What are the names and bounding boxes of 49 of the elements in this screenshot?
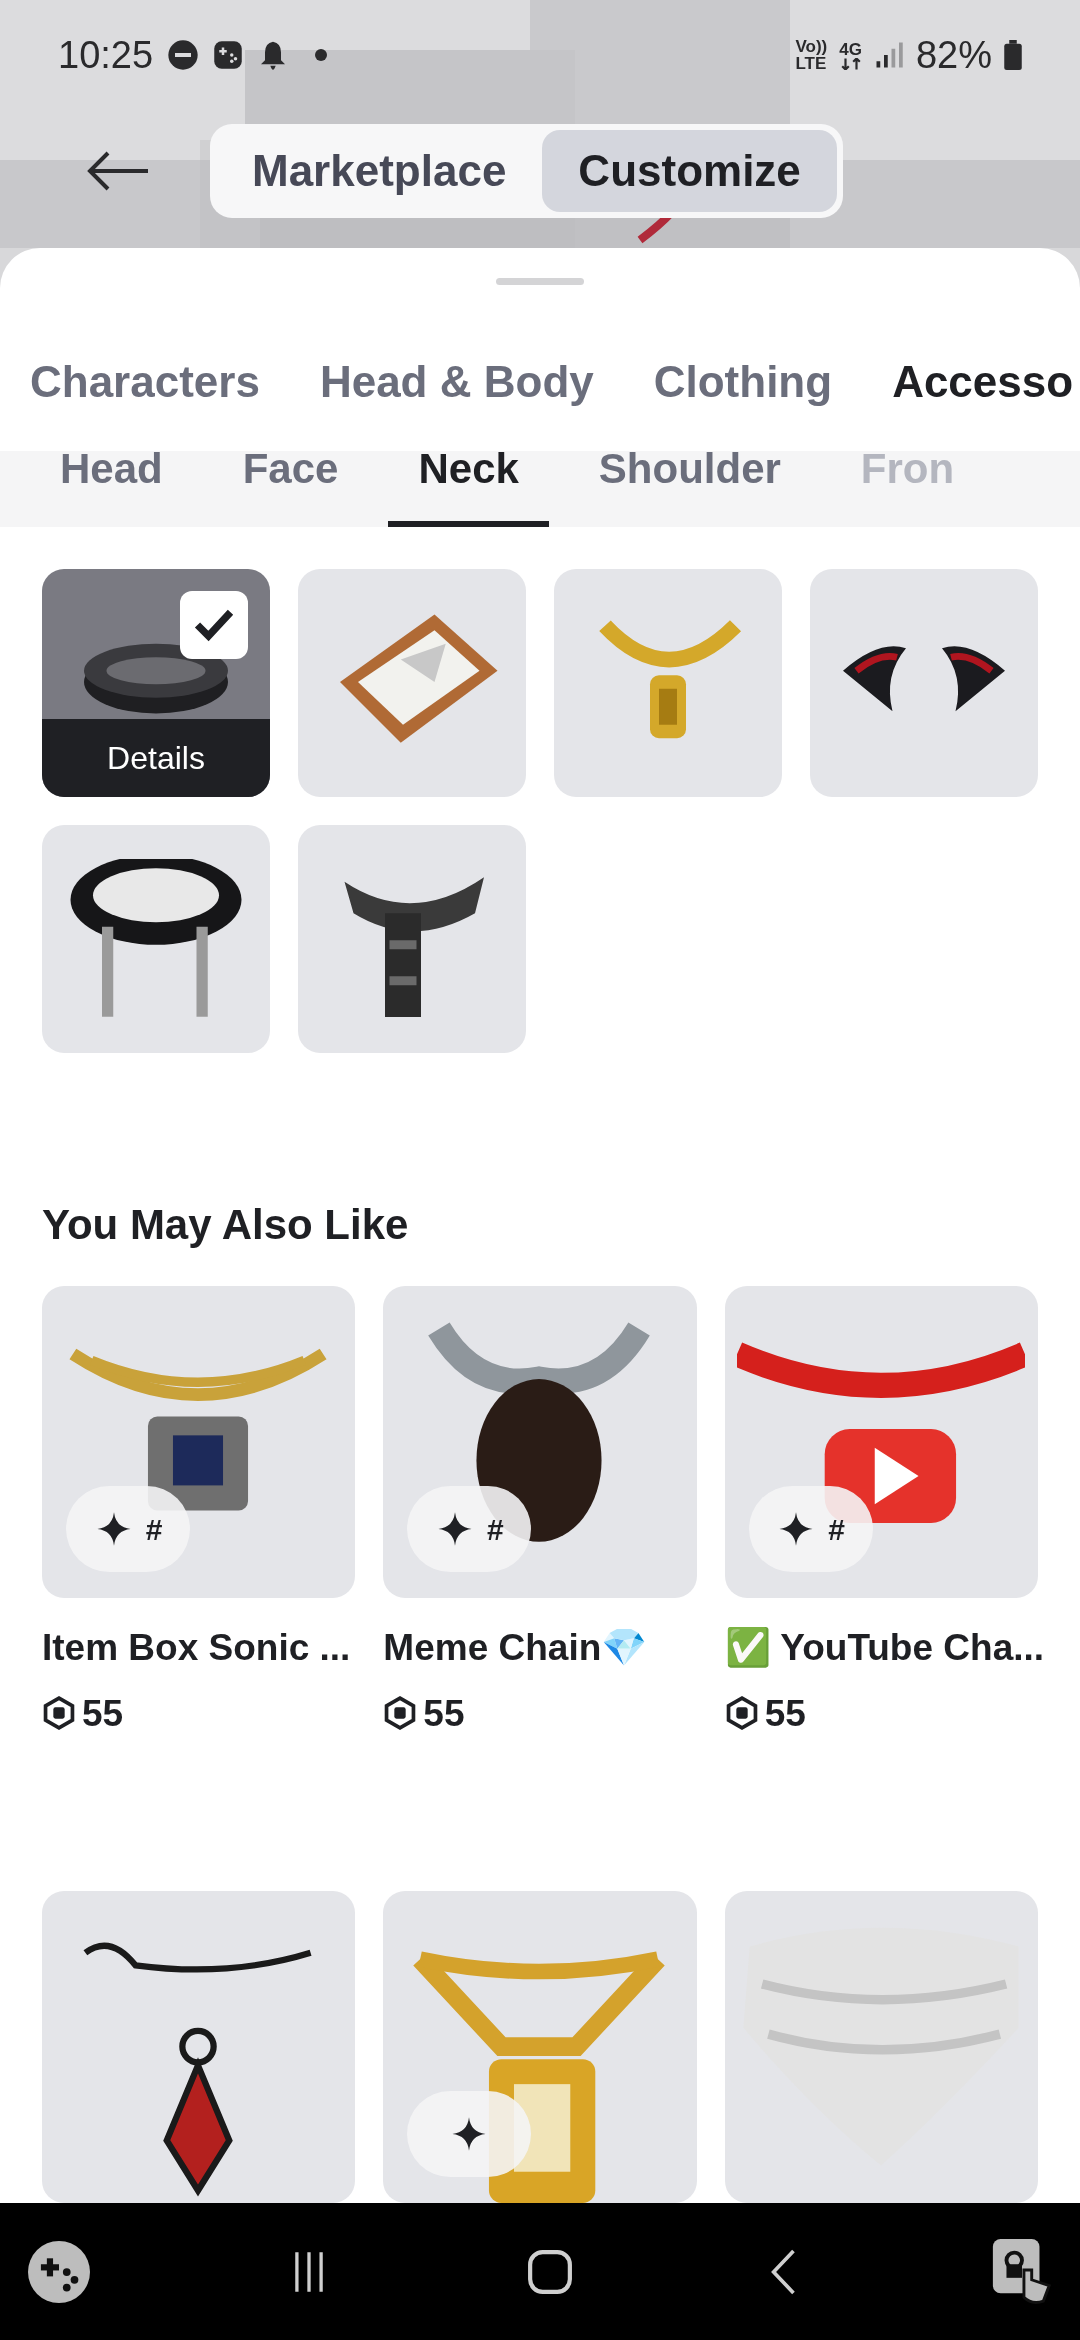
item-tile[interactable]: Details xyxy=(42,569,270,797)
badge-label: # xyxy=(145,1511,163,1548)
gamepad-icon[interactable] xyxy=(28,2240,90,2303)
drag-handle[interactable] xyxy=(496,278,584,285)
data-arrows-icon xyxy=(839,57,862,70)
recommendation-card[interactable]: # xyxy=(42,1286,356,1598)
gamepad-icon xyxy=(213,40,244,70)
battery-percent: 82% xyxy=(915,32,992,78)
status-time: 10:25 xyxy=(58,32,154,78)
item-tile[interactable] xyxy=(810,569,1038,797)
category-tab[interactable]: Head & Body xyxy=(319,349,594,416)
currency-icon xyxy=(383,1696,418,1731)
item-price: 55 xyxy=(82,1691,124,1736)
category-tab[interactable]: Clothing xyxy=(653,349,833,416)
battery-icon xyxy=(1004,40,1022,70)
item-name: Meme Chain💎 xyxy=(383,1626,649,1670)
dot-icon xyxy=(315,49,328,61)
segment-tab[interactable]: Customize xyxy=(542,130,837,212)
item-price: 55 xyxy=(423,1691,465,1736)
item-tile[interactable] xyxy=(554,569,782,797)
badge-label: # xyxy=(828,1511,845,1548)
item-tile[interactable] xyxy=(298,825,526,1053)
back-icon[interactable] xyxy=(769,2248,796,2295)
network-label: 4G xyxy=(839,40,862,58)
subcategory-tab[interactable]: Head xyxy=(30,450,193,527)
volte-label: Vo)) xyxy=(795,38,828,55)
back-arrow-icon[interactable] xyxy=(86,151,150,191)
category-tab[interactable]: Characters xyxy=(30,349,260,416)
item-tile[interactable] xyxy=(42,825,270,1053)
volte-label: LTE xyxy=(795,55,828,72)
subcategory-tab[interactable]: Face xyxy=(212,450,369,527)
currency-icon xyxy=(724,1696,759,1731)
recommendation-card[interactable]: # xyxy=(724,1286,1038,1598)
segment-tab[interactable]: Marketplace xyxy=(216,130,543,212)
subcategory-tab[interactable]: Neck xyxy=(388,450,549,527)
section-title: You May Also Like xyxy=(41,1200,410,1250)
home-icon[interactable] xyxy=(527,2248,573,2295)
touch-lock-icon[interactable] xyxy=(992,2238,1052,2305)
details-button[interactable]: Details xyxy=(42,719,270,797)
currency-icon xyxy=(42,1696,76,1731)
item-price: 55 xyxy=(764,1691,806,1736)
category-tab[interactable]: Accesso xyxy=(892,349,1074,416)
badge-label: # xyxy=(487,1511,504,1548)
recommendation-card[interactable]: # xyxy=(383,1286,697,1598)
do-not-disturb-icon xyxy=(167,39,200,71)
item-name: Item Box Sonic ... xyxy=(42,1626,352,1670)
item-tile[interactable] xyxy=(298,569,526,797)
subcategory-tab[interactable]: Shoulder xyxy=(568,450,811,527)
checkbox[interactable] xyxy=(180,591,248,659)
